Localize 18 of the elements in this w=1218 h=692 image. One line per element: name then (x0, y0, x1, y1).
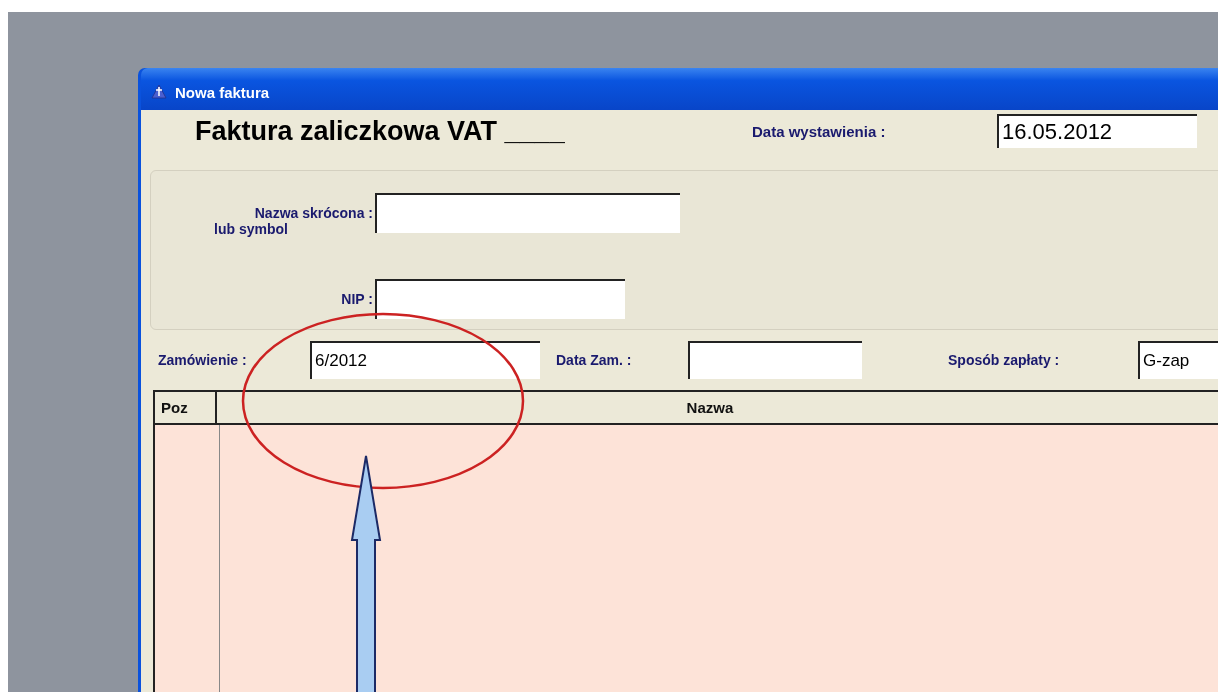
field-label: lub symbol (214, 221, 288, 237)
field-label: Sposób zapłaty : (948, 352, 1061, 368)
input-field[interactable] (688, 341, 862, 379)
input-field[interactable] (375, 193, 680, 233)
field-label: Zamówienie : (158, 352, 248, 368)
column-header[interactable]: Nazwa (216, 392, 1218, 423)
input-field[interactable] (375, 279, 625, 319)
field-label: Data Zam. : (556, 352, 633, 368)
app-icon (151, 84, 167, 100)
date-field[interactable]: 16.05.2012 (997, 114, 1197, 148)
column-header[interactable]: Poz (155, 392, 217, 423)
dropdown-field[interactable]: G-zap (1138, 341, 1218, 379)
input-field[interactable]: 6/2012 (310, 341, 540, 379)
window-title: Nowa faktura (175, 83, 270, 101)
field-label: Nazwa skrócona : (254, 205, 373, 221)
form-heading: Faktura zaliczkowa VAT ____ (194, 115, 566, 147)
field-label: NIP : (341, 291, 373, 307)
field-label: Data wystawienia : (752, 122, 887, 140)
